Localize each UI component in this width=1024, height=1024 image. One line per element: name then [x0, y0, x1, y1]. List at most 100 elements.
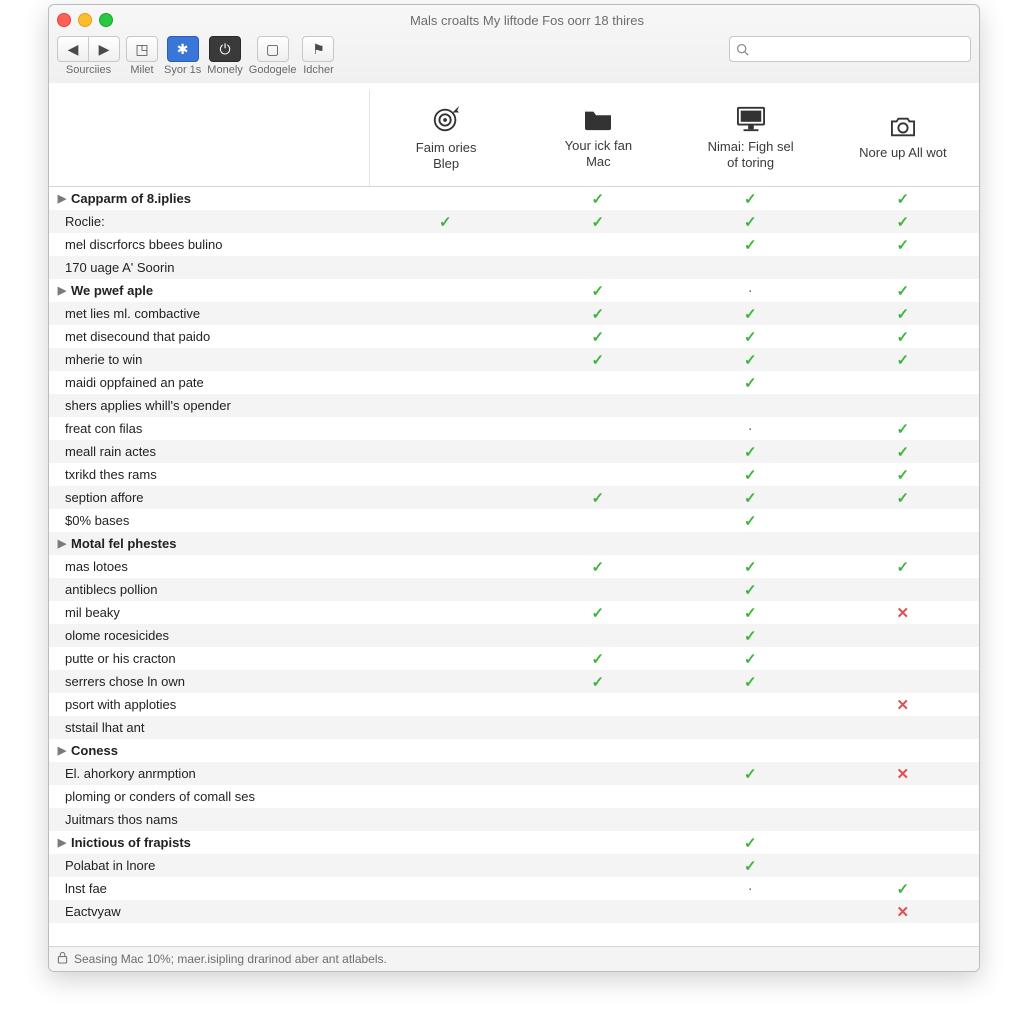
feature-row[interactable]: met lies ml. combactive✓✓✓ — [49, 302, 979, 325]
feature-cell: ✓ — [522, 650, 675, 668]
feature-row[interactable]: Eactvyaw✕ — [49, 900, 979, 923]
feature-row[interactable]: El. ahorkory anrmption✓✕ — [49, 762, 979, 785]
search-input[interactable] — [729, 36, 971, 62]
feature-row[interactable]: olome rocesicides✓ — [49, 624, 979, 647]
row-label: Coness — [71, 743, 118, 758]
feature-group-row[interactable]: Motal fel phestes — [49, 532, 979, 555]
window-title: Mals croalts My liftode Fos oorr 18 thir… — [123, 13, 971, 28]
feature-cell: · — [674, 420, 827, 437]
feature-group-row[interactable]: Coness — [49, 739, 979, 762]
feature-row[interactable]: 170 uage A' Soorin — [49, 256, 979, 279]
tool-idcher-button[interactable]: ⚑ — [302, 36, 334, 62]
nav-back-button[interactable]: ◀ — [57, 36, 88, 62]
folder-icon — [583, 106, 613, 132]
feature-row[interactable]: antiblecs pollion✓ — [49, 578, 979, 601]
row-label: Roclie: — [65, 214, 105, 229]
feature-cell: ✓ — [674, 443, 827, 461]
close-icon[interactable] — [57, 13, 71, 27]
feature-row[interactable]: meall rain actes✓✓ — [49, 440, 979, 463]
feature-row[interactable]: txrikd thes rams✓✓ — [49, 463, 979, 486]
feature-cell: ✓ — [674, 558, 827, 576]
feature-row[interactable]: freat con filas·✓ — [49, 417, 979, 440]
feature-row[interactable]: mil beaky✓✓✕ — [49, 601, 979, 624]
row-label: maidi oppfained an pate — [65, 375, 204, 390]
feature-cell: ✓ — [674, 466, 827, 484]
row-label: seption affore — [65, 490, 144, 505]
feature-group-row[interactable]: Capparm of 8.iplies✓✓✓ — [49, 187, 979, 210]
feature-row[interactable]: Juitmars thos nams — [49, 808, 979, 831]
row-label: ploming or conders of comall ses — [65, 789, 255, 804]
row-label: We pwef aple — [71, 283, 153, 298]
disclosure-triangle-icon[interactable] — [55, 836, 69, 849]
col-3[interactable]: Nimai: Figh selof toring — [675, 90, 827, 186]
feature-row[interactable]: $0% bases✓ — [49, 509, 979, 532]
tool-syor-button[interactable]: ✱ — [167, 36, 199, 62]
target-icon — [431, 104, 461, 134]
row-label: lnst fae — [65, 881, 107, 896]
status-bar: Seasing Mac 10%; maer.isipling drarinod … — [49, 946, 979, 971]
tool-milet-button[interactable]: ◳ — [126, 36, 158, 62]
feature-cell: · — [674, 282, 827, 299]
disclosure-triangle-icon[interactable] — [55, 192, 69, 205]
feature-row[interactable]: putte or his cracton✓✓ — [49, 647, 979, 670]
feature-row[interactable]: lnst fae·✓ — [49, 877, 979, 900]
feature-cell: ✓ — [827, 213, 980, 231]
row-label: Capparm of 8.iplies — [71, 191, 191, 206]
feature-cell: ✕ — [827, 696, 980, 714]
row-label: El. ahorkory anrmption — [65, 766, 196, 781]
feature-cell: ✓ — [827, 558, 980, 576]
feature-row[interactable]: shers applies whill's opender — [49, 394, 979, 417]
feature-cell: ✓ — [827, 328, 980, 346]
disclosure-triangle-icon[interactable] — [55, 284, 69, 297]
disclosure-triangle-icon[interactable] — [55, 744, 69, 757]
zoom-icon[interactable] — [99, 13, 113, 27]
feature-row[interactable]: serrers chose ln own✓✓ — [49, 670, 979, 693]
disclosure-triangle-icon[interactable] — [55, 537, 69, 550]
feature-cell: ✓ — [522, 213, 675, 231]
titlebar: Mals croalts My liftode Fos oorr 18 thir… — [49, 5, 979, 32]
feature-row[interactable]: psort with apploties✕ — [49, 693, 979, 716]
feature-row[interactable]: ploming or conders of comall ses — [49, 785, 979, 808]
row-label: meall rain actes — [65, 444, 156, 459]
feature-cell: ✕ — [827, 903, 980, 921]
feature-cell: ✓ — [522, 351, 675, 369]
feature-row[interactable]: ststail lhat ant — [49, 716, 979, 739]
feature-row[interactable]: maidi oppfained an pate✓ — [49, 371, 979, 394]
feature-row[interactable]: mel discrforcs bbees bulino✓✓ — [49, 233, 979, 256]
feature-row[interactable]: mherie to win✓✓✓ — [49, 348, 979, 371]
row-label: met disecound that paido — [65, 329, 210, 344]
nav-label: Sourciies — [66, 64, 111, 76]
tool-godogele-button[interactable]: ▢ — [257, 36, 289, 62]
nav-forward-button[interactable]: ▶ — [88, 36, 120, 62]
feature-row[interactable]: seption affore✓✓✓ — [49, 486, 979, 509]
feature-cell: ✓ — [827, 190, 980, 208]
lock-icon — [57, 951, 68, 967]
feature-cell: ✓ — [674, 305, 827, 323]
col-1[interactable]: Faim oriesBlep — [370, 90, 522, 186]
comparison-window: Mals croalts My liftode Fos oorr 18 thir… — [48, 4, 980, 972]
row-label: Juitmars thos nams — [65, 812, 178, 827]
feature-row[interactable]: mas lotoes✓✓✓ — [49, 555, 979, 578]
row-label: putte or his cracton — [65, 651, 176, 666]
feature-group-row[interactable]: We pwef aple✓·✓ — [49, 279, 979, 302]
tool-monely-button[interactable]: ⏻ — [209, 36, 241, 62]
feature-cell: ✓ — [674, 351, 827, 369]
feature-row[interactable]: Roclie:✓✓✓✓ — [49, 210, 979, 233]
feature-row[interactable]: met disecound that paido✓✓✓ — [49, 325, 979, 348]
feature-cell: ✓ — [674, 190, 827, 208]
camera-icon — [888, 115, 918, 139]
feature-cell: ✓ — [827, 282, 980, 300]
feature-cell: ✓ — [827, 351, 980, 369]
col-2[interactable]: Your ick fanMac — [522, 90, 674, 186]
feature-group-row[interactable]: Inictious of frapists✓ — [49, 831, 979, 854]
feature-cell: ✓ — [522, 673, 675, 691]
feature-cell: ✓ — [522, 489, 675, 507]
minimize-icon[interactable] — [78, 13, 92, 27]
col-4[interactable]: Nore up All wot — [827, 90, 979, 186]
search-icon — [736, 43, 749, 56]
row-label: freat con filas — [65, 421, 142, 436]
feature-cell: ✓ — [827, 236, 980, 254]
feature-cell: ✓ — [522, 604, 675, 622]
feature-cell: ✕ — [827, 765, 980, 783]
feature-row[interactable]: Polabat in lnore✓ — [49, 854, 979, 877]
